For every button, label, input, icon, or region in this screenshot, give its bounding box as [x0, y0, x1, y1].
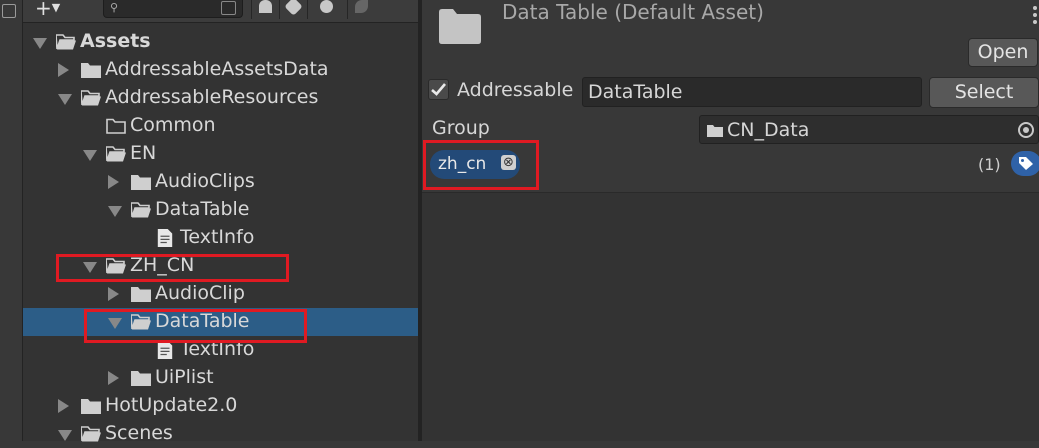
tag-icon	[1019, 157, 1033, 170]
expand-arrow-down-icon[interactable]	[83, 150, 97, 161]
folder-icon	[131, 286, 151, 302]
tree-row-label: AddressableResources	[105, 86, 319, 108]
plus-icon: +	[35, 0, 52, 20]
open-button[interactable]: Open	[968, 38, 1038, 67]
drag-handle-icon[interactable]	[2, 30, 14, 40]
tree-row[interactable]: HotUpdate2.0	[23, 392, 418, 420]
group-dropdown[interactable]: CN_Data	[699, 115, 1039, 144]
expand-arrow-right-icon[interactable]	[58, 63, 69, 77]
tree-row-label: UiPlist	[155, 366, 214, 388]
expand-arrow-right-icon[interactable]	[58, 399, 69, 413]
open-folder-icon	[80, 90, 101, 106]
folder-icon	[81, 398, 101, 414]
asset-title: Data Table (Default Asset)	[502, 0, 764, 24]
highlight-box-zh-cn	[56, 254, 289, 282]
filter-icon	[259, 0, 272, 13]
warning-icon	[320, 0, 333, 13]
folder-icon	[131, 370, 151, 386]
folder-icon	[81, 62, 101, 78]
open-folder-icon	[105, 146, 126, 162]
expand-arrow-right-icon[interactable]	[108, 287, 119, 301]
label-icon	[284, 0, 303, 16]
expand-arrow-right-icon[interactable]	[108, 371, 119, 385]
tree-row[interactable]: AudioClip	[23, 280, 418, 308]
group-label: Group	[432, 117, 490, 139]
addressable-label: Addressable	[457, 79, 574, 101]
highlight-box-datatable	[84, 309, 307, 343]
tree-row[interactable]: AudioClips	[23, 168, 418, 196]
expand-arrow-down-icon[interactable]	[58, 94, 72, 105]
expand-arrow-down-icon[interactable]	[33, 38, 47, 49]
folder-icon	[439, 9, 481, 44]
tree-row[interactable]: Assets	[23, 28, 418, 56]
addressable-checkbox[interactable]	[428, 79, 449, 100]
expand-arrow-down-icon[interactable]	[108, 206, 122, 217]
inspector-empty-area	[422, 193, 1039, 441]
empty-folder-icon	[106, 118, 126, 134]
search-icon: ⚲	[110, 1, 119, 14]
left-panel-strip	[0, 0, 23, 441]
project-window: +▼ ⚲ Assets AddressableAssetsData Addressa…	[23, 0, 418, 444]
tree-row[interactable]: Scenes	[23, 420, 418, 448]
toggle-warnings-button[interactable]	[307, 0, 348, 19]
tree-row[interactable]: UiPlist	[23, 364, 418, 392]
tree-row-label: DataTable	[155, 198, 250, 220]
create-button[interactable]: +▼	[35, 0, 60, 19]
tree-row-label: AudioClip	[155, 282, 245, 304]
select-button[interactable]: Select	[929, 77, 1039, 108]
address-field[interactable]: DataTable	[582, 77, 922, 107]
inspector-window: Data Table (Default Asset) Open Addressa…	[422, 0, 1039, 441]
tree-row[interactable]: EN	[23, 140, 418, 168]
labels-button[interactable]	[1011, 151, 1039, 176]
search-by-type-icon[interactable]	[221, 1, 236, 15]
highlight-box-label	[423, 140, 539, 190]
open-folder-icon	[130, 202, 151, 218]
group-value: CN_Data	[727, 119, 810, 141]
text-file-icon	[156, 228, 176, 247]
address-value: DataTable	[588, 81, 683, 103]
expand-arrow-right-icon[interactable]	[108, 175, 119, 189]
tree-row[interactable]: AddressableResources	[23, 84, 418, 112]
eye-icon	[355, 0, 368, 13]
tree-row-label: Assets	[80, 30, 151, 52]
expand-arrow-down-icon[interactable]	[58, 430, 72, 441]
tree-row-label: AddressableAssetsData	[105, 58, 329, 80]
tree-row[interactable]: DataTable	[23, 196, 418, 224]
hidden-packages-button[interactable]	[347, 0, 378, 19]
tree-row-label: HotUpdate2.0	[105, 394, 238, 416]
tree-row[interactable]: TextInfo	[23, 224, 418, 252]
object-picker-icon[interactable]	[1018, 122, 1034, 138]
tree-row-label: EN	[130, 142, 157, 164]
folder-icon	[707, 125, 723, 137]
open-folder-icon	[80, 426, 101, 442]
search-by-tag-button[interactable]	[279, 0, 308, 19]
folder-icon	[131, 174, 151, 190]
more-options-icon[interactable]	[1033, 6, 1037, 27]
tree-row-label: Common	[130, 114, 216, 136]
label-count: (1)	[978, 155, 1001, 174]
checkmark-icon	[431, 83, 446, 96]
open-folder-icon	[55, 34, 76, 50]
tree-row-label: AudioClips	[155, 170, 255, 192]
tree-row[interactable]: Common	[23, 112, 418, 140]
panel-icon[interactable]	[2, 4, 16, 18]
search-by-label-button[interactable]	[251, 0, 280, 19]
search-input[interactable]: ⚲	[103, 0, 243, 18]
project-toolbar: +▼ ⚲	[23, 0, 418, 23]
tree-row[interactable]: AddressableAssetsData	[23, 56, 418, 84]
dropdown-arrow-icon: ▼	[51, 1, 61, 14]
tree-row-label: TextInfo	[180, 226, 255, 248]
